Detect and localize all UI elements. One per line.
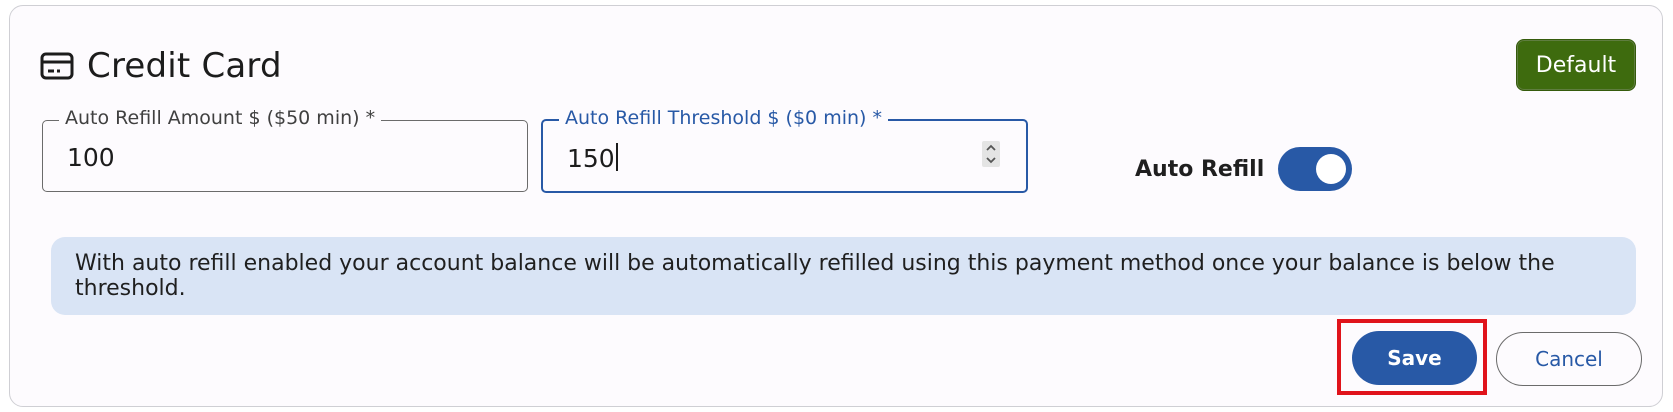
credit-card-panel: Credit Card Default Auto Refill Amount $… [9, 5, 1663, 407]
auto-refill-threshold-value: 150 [567, 144, 615, 173]
credit-card-icon [40, 52, 74, 80]
card-header: Credit Card [40, 44, 282, 88]
auto-refill-amount-field[interactable]: Auto Refill Amount $ ($50 min) * 100 [42, 107, 528, 192]
default-badge[interactable]: Default [1516, 39, 1636, 91]
auto-refill-amount-label: Auto Refill Amount $ ($50 min) * [59, 107, 382, 129]
auto-refill-info-box: With auto refill enabled your account ba… [51, 237, 1636, 315]
auto-refill-toggle-row: Auto Refill [1135, 146, 1353, 192]
save-button[interactable]: Save [1352, 331, 1477, 385]
cancel-button[interactable]: Cancel [1496, 332, 1642, 386]
auto-refill-threshold-label: Auto Refill Threshold $ ($0 min) * [559, 107, 888, 129]
auto-refill-toggle-label: Auto Refill [1135, 156, 1265, 182]
auto-refill-info-text: With auto refill enabled your account ba… [75, 251, 1555, 301]
auto-refill-threshold-input[interactable]: 150 [567, 143, 618, 173]
number-stepper-icon[interactable] [982, 141, 1000, 167]
auto-refill-toggle[interactable] [1278, 147, 1353, 191]
card-title: Credit Card [87, 46, 282, 86]
text-caret [615, 143, 618, 171]
toggle-knob [1316, 154, 1347, 184]
auto-refill-threshold-field[interactable]: Auto Refill Threshold $ ($0 min) * 150 [541, 107, 1028, 193]
auto-refill-amount-value: 100 [67, 143, 115, 172]
